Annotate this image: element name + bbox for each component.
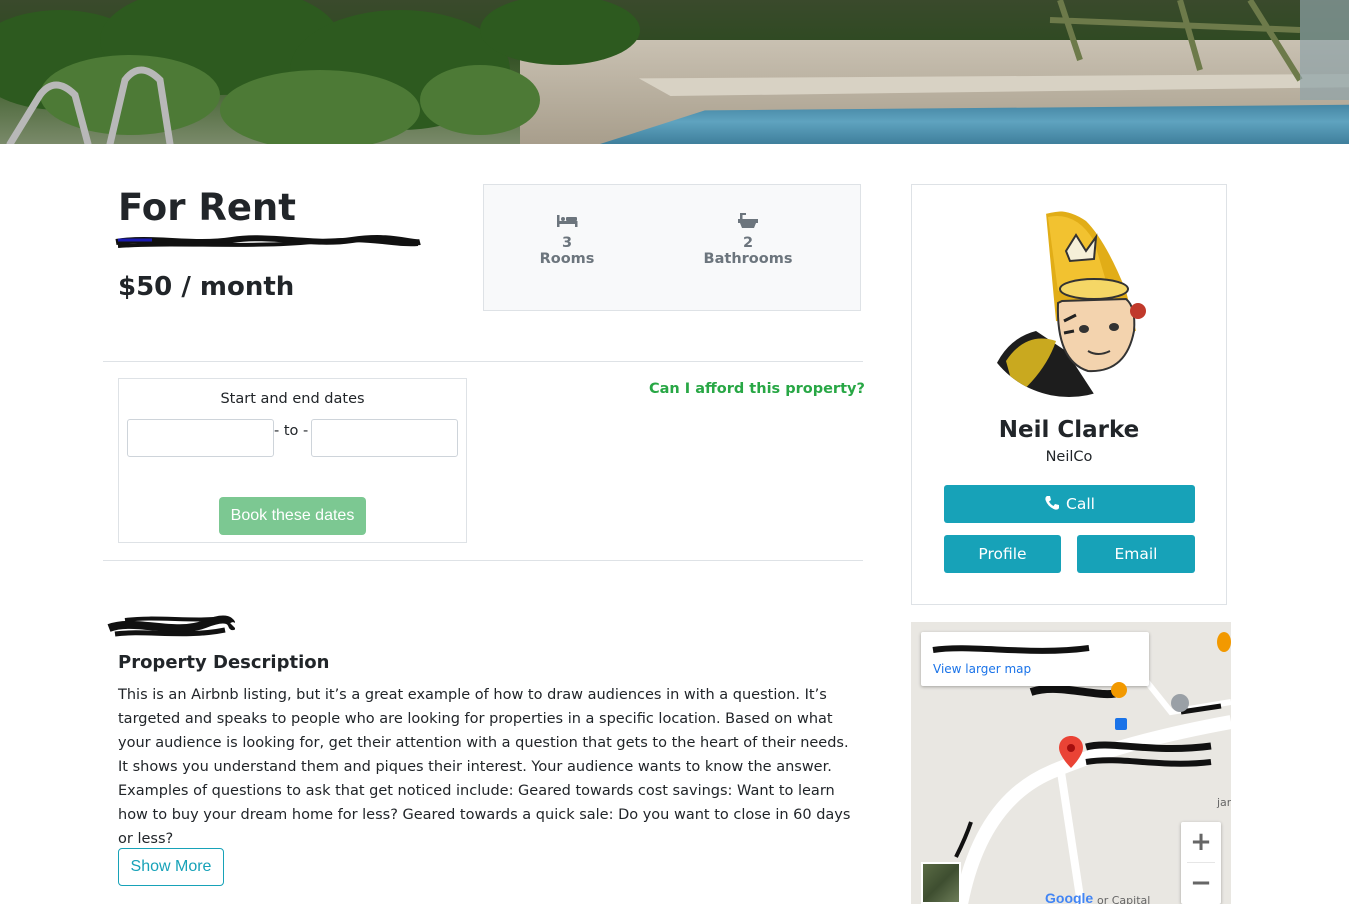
agent-card: Neil Clarke NeilCo Call Profile Email bbox=[911, 184, 1227, 605]
avatar bbox=[976, 211, 1162, 397]
view-larger-map-link[interactable]: View larger map bbox=[933, 662, 1031, 676]
features-panel: 3 Rooms 2 Bathrooms bbox=[483, 184, 861, 311]
divider bbox=[103, 560, 863, 561]
bus-stop-icon bbox=[1115, 718, 1127, 730]
food-marker-icon bbox=[1111, 682, 1127, 698]
divider bbox=[103, 361, 863, 362]
date-separator: - to - bbox=[274, 423, 309, 439]
call-button[interactable]: Call bbox=[944, 485, 1195, 523]
start-date-input[interactable] bbox=[127, 419, 274, 457]
end-date-input[interactable] bbox=[311, 419, 458, 457]
booking-label: Start and end dates bbox=[220, 391, 365, 407]
feature-bathrooms: 2 Bathrooms bbox=[698, 211, 798, 267]
map-info-card: View larger map bbox=[921, 632, 1149, 686]
map[interactable]: View larger map jar Google or Capital + … bbox=[911, 622, 1231, 904]
hero-foliage bbox=[0, 0, 1349, 144]
booking-panel: Start and end dates - to - Book these da… bbox=[118, 378, 467, 543]
place-marker-icon bbox=[1171, 694, 1189, 712]
redacted-address bbox=[115, 235, 421, 248]
redacted-map-address bbox=[932, 645, 1090, 654]
book-dates-button[interactable]: Book these dates bbox=[219, 497, 366, 535]
google-logo-text: Google bbox=[1045, 890, 1094, 904]
agent-company: NeilCo bbox=[1045, 449, 1093, 465]
profile-button[interactable]: Profile bbox=[944, 535, 1061, 573]
avatar-illustration bbox=[986, 211, 1146, 397]
description-text: This is an Airbnb listing, but it’s a gr… bbox=[118, 687, 851, 847]
show-more-button[interactable]: Show More bbox=[118, 848, 224, 886]
call-button-label: Call bbox=[1066, 495, 1095, 513]
agent-name: Neil Clarke bbox=[998, 417, 1140, 443]
description-title: Property Description bbox=[118, 652, 330, 673]
map-place-label: jar bbox=[1217, 796, 1231, 809]
feature-rooms: 3 Rooms bbox=[534, 211, 600, 267]
map-place-label: or Capital bbox=[1097, 894, 1151, 904]
afford-link[interactable]: Can I afford this property? bbox=[649, 381, 865, 397]
listing-status-title: For Rent bbox=[118, 186, 296, 229]
google-logo: Google bbox=[1045, 890, 1093, 904]
bed-icon bbox=[557, 215, 578, 227]
feature-rooms-label: 3 Rooms bbox=[539, 235, 595, 267]
hero-image bbox=[0, 0, 1349, 144]
bath-icon bbox=[738, 213, 758, 228]
listing-price: $50 / month bbox=[118, 272, 295, 302]
email-button[interactable]: Email bbox=[1077, 535, 1195, 573]
map-zoom-controls: + − bbox=[1181, 822, 1221, 904]
poi-marker-icon bbox=[1217, 632, 1231, 652]
feature-bathrooms-label: 2 Bathrooms bbox=[703, 235, 793, 267]
redacted-heading bbox=[107, 615, 235, 637]
zoom-in-button[interactable]: + bbox=[1181, 822, 1221, 862]
phone-icon bbox=[1045, 496, 1060, 510]
map-pin-icon[interactable] bbox=[1059, 736, 1083, 768]
satellite-toggle[interactable] bbox=[921, 862, 961, 904]
zoom-out-button[interactable]: − bbox=[1181, 863, 1221, 903]
